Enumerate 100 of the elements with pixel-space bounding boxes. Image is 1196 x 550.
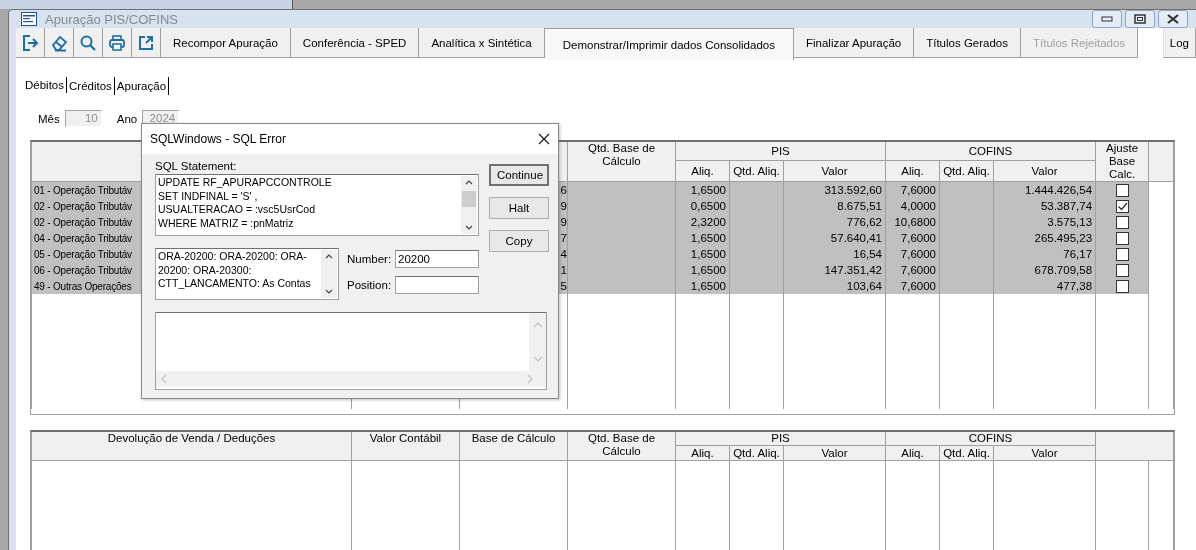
dialog-button[interactable]: Continue: [489, 164, 549, 186]
table-cell: 8.675,51: [837, 200, 882, 212]
restore-icon: [1134, 14, 1146, 24]
eraser-icon: [50, 33, 68, 52]
toolbar-button[interactable]: Recompor Apuração: [161, 28, 291, 58]
position-field[interactable]: [395, 276, 479, 294]
scrollbar[interactable]: [461, 176, 477, 234]
toolbar-button[interactable]: Analítica x Sintética: [419, 28, 545, 58]
table-cell: 103,64: [846, 280, 882, 292]
table-cell: 1,6500: [690, 184, 726, 196]
export-button[interactable]: [132, 28, 161, 58]
tab[interactable]: Créditos: [67, 77, 115, 95]
search-button[interactable]: [74, 28, 103, 58]
table-cell: 147.351,42: [824, 264, 882, 276]
table-cell: 7: [560, 232, 567, 244]
checkbox[interactable]: [1115, 231, 1129, 245]
table-cell: 16,54: [853, 248, 882, 260]
table-cell: 1,6500: [690, 232, 726, 244]
table-cell: 49 - Outras Operações: [34, 280, 132, 292]
table-cell: 265.495,23: [1034, 232, 1093, 244]
column-header: Qtd. Base de Cálculo: [567, 142, 676, 182]
number-field[interactable]: 20200: [395, 250, 479, 268]
external-link-icon: [137, 33, 155, 52]
checkbox[interactable]: [1115, 199, 1129, 213]
tab[interactable]: Débitos: [23, 77, 67, 93]
table-cell: 57.640,41: [830, 232, 882, 244]
column-header: PIS: [675, 432, 886, 446]
close-icon: [538, 133, 550, 145]
number-label: Number:: [347, 253, 391, 265]
exit-icon: [21, 33, 39, 52]
scrollbar[interactable]: [156, 371, 546, 387]
dialog-button[interactable]: Halt: [489, 197, 549, 219]
table-cell: 7,6000: [900, 232, 936, 244]
column-header: COFINS: [885, 142, 1096, 161]
print-button[interactable]: [103, 28, 132, 58]
clear-button[interactable]: [45, 28, 74, 58]
scrollbar[interactable]: [529, 313, 546, 371]
table-cell: 02 - Operação Tributáv: [34, 216, 132, 228]
toolbar-button[interactable]: Demonstrar/Imprimir dados Consolidados: [544, 28, 794, 60]
table-cell: 1.444.426,54: [1024, 184, 1093, 196]
table-cell: 1,6500: [690, 248, 726, 260]
window-app-icon: [21, 12, 37, 26]
text-line: WHERE MATRIZ = :pnMatriz: [158, 216, 295, 230]
table-cell: 7,6000: [900, 264, 936, 276]
column-header: Ajuste Base Calc.: [1095, 142, 1149, 182]
toolbar-button[interactable]: Conferência - SPED: [290, 28, 420, 58]
table-cell: 4,0000: [900, 200, 936, 212]
toolbar-button[interactable]: Finalizar Apuração: [793, 28, 915, 58]
table-cell: 01 - Operação Tributáv: [34, 184, 132, 196]
year-label: Ano: [116, 112, 138, 125]
column-header: Devolução de Venda / Deduções: [31, 432, 352, 461]
checkbox[interactable]: [1115, 247, 1129, 261]
table-cell: 9: [560, 216, 567, 228]
close-icon: [1167, 14, 1179, 24]
sql-statement-label: SQL Statement:: [155, 160, 238, 174]
table-cell: 05 - Operação Tributáv: [34, 248, 132, 260]
column-header: Base de Cálculo: [459, 432, 568, 461]
printer-icon: [108, 33, 126, 52]
dialog-title: SQLWindows - SQL Error: [150, 132, 287, 146]
table-cell: 477,38: [1056, 280, 1093, 292]
close-button[interactable]: [538, 133, 550, 145]
table-cell: 06 - Operação Tributáv: [34, 264, 132, 276]
toolbar-button[interactable]: Títulos Gerados: [914, 28, 1022, 58]
column-header: PIS: [675, 142, 886, 161]
checkbox[interactable]: [1115, 263, 1129, 277]
sql-statement-field[interactable]: UPDATE RF_APURAPCCONTROLE SET INDFINAL = 'S' , USUALTERACAO = :vsc5UsrCod WHERE MATRIZ = :pnMatriz: [155, 174, 479, 236]
checkbox[interactable]: [1115, 183, 1129, 197]
search-icon: [79, 33, 97, 52]
text-line: ORA-20200: ORA-20200: ORA-: [158, 250, 308, 264]
table-cell: 1,6500: [690, 280, 726, 292]
restore-button[interactable]: [1125, 10, 1155, 28]
table-cell: 3.575,13: [1047, 216, 1093, 228]
checkbox[interactable]: [1115, 279, 1129, 293]
table-cell: 53.387,74: [1040, 200, 1093, 212]
close-button[interactable]: [1158, 10, 1188, 28]
exit-button[interactable]: [16, 28, 45, 58]
window-title: Apuração PIS/COFINS: [45, 11, 178, 27]
table-cell: 6: [560, 184, 567, 196]
table-cell: 5: [560, 280, 567, 292]
table-cell: 9: [560, 200, 567, 212]
error-message-field[interactable]: ORA-20200: ORA-20200: ORA- 20200: ORA-20300: CTT_LANCAMENTO: As Contas: [155, 248, 339, 300]
table-cell: 776,62: [846, 216, 882, 228]
details-field[interactable]: [155, 312, 547, 390]
table-cell: 0,6500: [690, 200, 726, 212]
log-button[interactable]: Log: [1162, 28, 1196, 58]
table-cell: 76,17: [1063, 248, 1093, 260]
table-cell: 7,6000: [900, 280, 936, 292]
table-cell: 678.709,58: [1034, 264, 1093, 276]
scrollbar[interactable]: [321, 250, 337, 298]
tab[interactable]: Apuração: [114, 77, 170, 95]
text-line: USUALTERACAO = :vsc5UsrCod: [158, 203, 317, 217]
dialog-button[interactable]: Copy: [489, 230, 549, 252]
month-label: Mês: [38, 112, 60, 125]
table-cell: 1: [560, 264, 567, 276]
checkbox[interactable]: [1115, 215, 1129, 229]
table-cell: 10,6800: [894, 216, 936, 228]
position-label: Position:: [347, 279, 391, 291]
column-header: COFINS: [885, 432, 1096, 446]
table-cell: 7,6000: [900, 184, 936, 196]
table-cell: 7,6000: [900, 248, 936, 260]
